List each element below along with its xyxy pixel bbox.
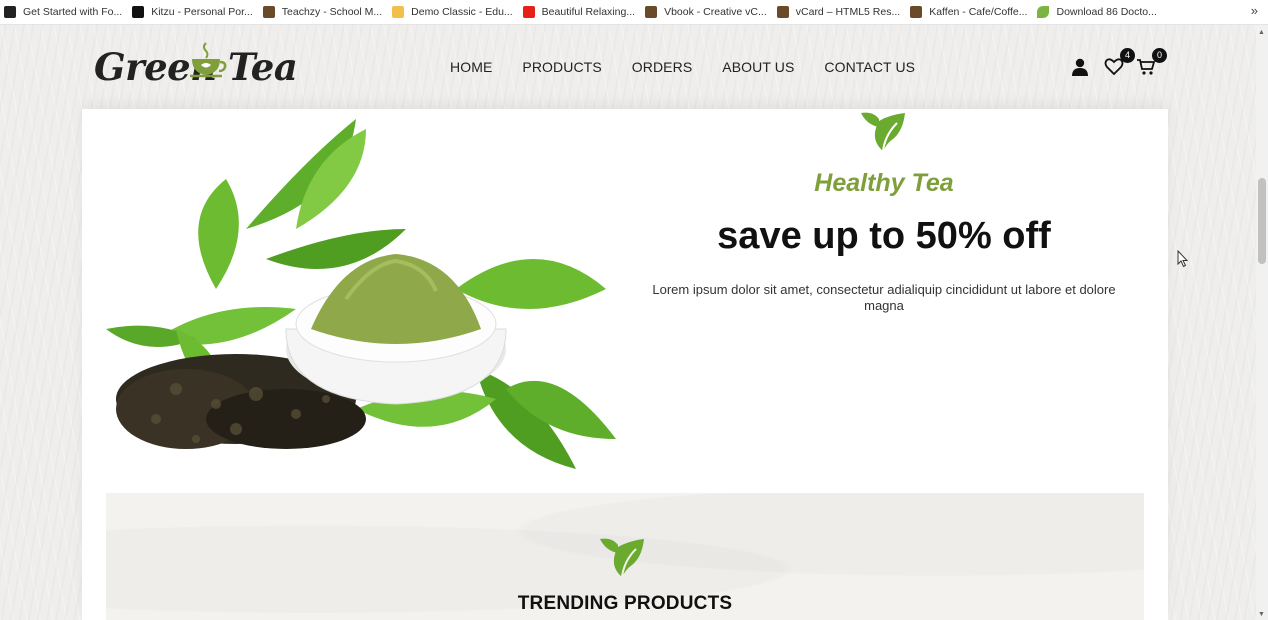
green-tea-logo[interactable]: Green Tea <box>94 41 298 97</box>
nav-orders[interactable]: ORDERS <box>632 59 693 75</box>
site-header: Green Tea HOME PRODUCTS ORDERS ABOUT US … <box>82 25 1168 109</box>
content-panel: Healthy Tea save up to 50% off Lorem ips… <box>82 109 1168 620</box>
bookmark-item[interactable]: Beautiful Relaxing... <box>519 0 641 24</box>
bookmark-item[interactable]: Kaffen - Cafe/Coffe... <box>906 0 1033 24</box>
account-button[interactable] <box>1068 55 1092 79</box>
bookmark-label: Beautiful Relaxing... <box>541 6 636 18</box>
bookmark-label: Download 86 Docto... <box>1056 6 1157 18</box>
leaf-icon <box>600 538 644 578</box>
scroll-down-arrow-icon[interactable]: ▼ <box>1258 611 1265 618</box>
bookmark-item[interactable]: vCard – HTML5 Res... <box>773 0 906 24</box>
leaf-favicon-icon <box>1037 6 1050 18</box>
nav-about-us[interactable]: ABOUT US <box>722 59 794 75</box>
bookmark-item[interactable]: Vbook - Creative vC... <box>641 0 773 24</box>
bookmark-label: Kitzu - Personal Por... <box>151 6 253 18</box>
leaf-icon <box>861 112 905 152</box>
bookmark-item[interactable]: Teachzy - School M... <box>259 0 388 24</box>
user-icon <box>1072 58 1088 76</box>
trending-products-section: TRENDING PRODUCTS <box>106 493 1144 620</box>
bookmark-label: Kaffen - Cafe/Coffe... <box>929 6 1028 18</box>
mouse-cursor-icon <box>1177 250 1189 268</box>
main-nav: HOME PRODUCTS ORDERS ABOUT US CONTACT US <box>450 59 945 75</box>
bookmark-item[interactable]: Get Started with Fo... <box>0 0 128 24</box>
header-actions: 4 0 <box>1068 48 1178 83</box>
logo-word-tea: Tea <box>228 45 298 89</box>
page-scrollbar[interactable]: ▲ ▼ <box>1256 25 1268 620</box>
bookmark-favicon-brown-icon <box>776 6 789 18</box>
youtube-icon <box>522 6 535 18</box>
hero-title: save up to 50% off <box>717 215 1051 257</box>
bookmarks-overflow-button[interactable]: » <box>1251 3 1258 18</box>
bookmark-label: Vbook - Creative vC... <box>664 6 767 18</box>
bookmarks-bar: Get Started with Fo... Kitzu - Personal P… <box>0 0 1268 25</box>
bookmark-favicon-dark-icon <box>132 6 145 18</box>
wishlist-button[interactable]: 4 <box>1102 48 1135 79</box>
bookmark-item[interactable]: Kitzu - Personal Por... <box>128 0 259 24</box>
hero-description: Lorem ipsum dolor sit amet, consectetur … <box>652 282 1116 313</box>
bookmark-label: Demo Classic - Edu... <box>411 6 513 18</box>
bookmark-favicon-dark-icon <box>4 6 16 18</box>
nav-home[interactable]: HOME <box>450 59 492 75</box>
trending-products-title: TRENDING PRODUCTS <box>517 593 733 614</box>
hero-subtitle: Healthy Tea <box>814 169 954 197</box>
bookmark-favicon-brown-icon <box>910 6 923 18</box>
scroll-up-arrow-icon[interactable]: ▲ <box>1258 29 1265 36</box>
cart-count-badge: 0 <box>1152 48 1167 63</box>
bookmark-label: Teachzy - School M... <box>281 6 383 18</box>
wishlist-count-badge: 4 <box>1120 48 1135 63</box>
bookmark-item[interactable]: Demo Classic - Edu... <box>388 0 519 24</box>
nav-contact-us[interactable]: CONTACT US <box>824 59 915 75</box>
bookmark-favicon-brown-icon <box>262 6 275 18</box>
bookmark-favicon-yellow-icon <box>392 6 405 18</box>
bookmark-item[interactable]: Download 86 Docto... <box>1033 0 1162 24</box>
bookmark-favicon-brown-icon <box>645 6 658 18</box>
green-tea-hero-image <box>106 119 616 469</box>
bookmark-label: Get Started with Fo... <box>23 6 123 18</box>
bookmark-label: vCard – HTML5 Res... <box>795 6 901 18</box>
tea-cup-icon <box>190 42 227 78</box>
cart-button[interactable]: 0 <box>1134 48 1167 79</box>
nav-products[interactable]: PRODUCTS <box>522 59 601 75</box>
scroll-thumb[interactable] <box>1258 178 1266 264</box>
